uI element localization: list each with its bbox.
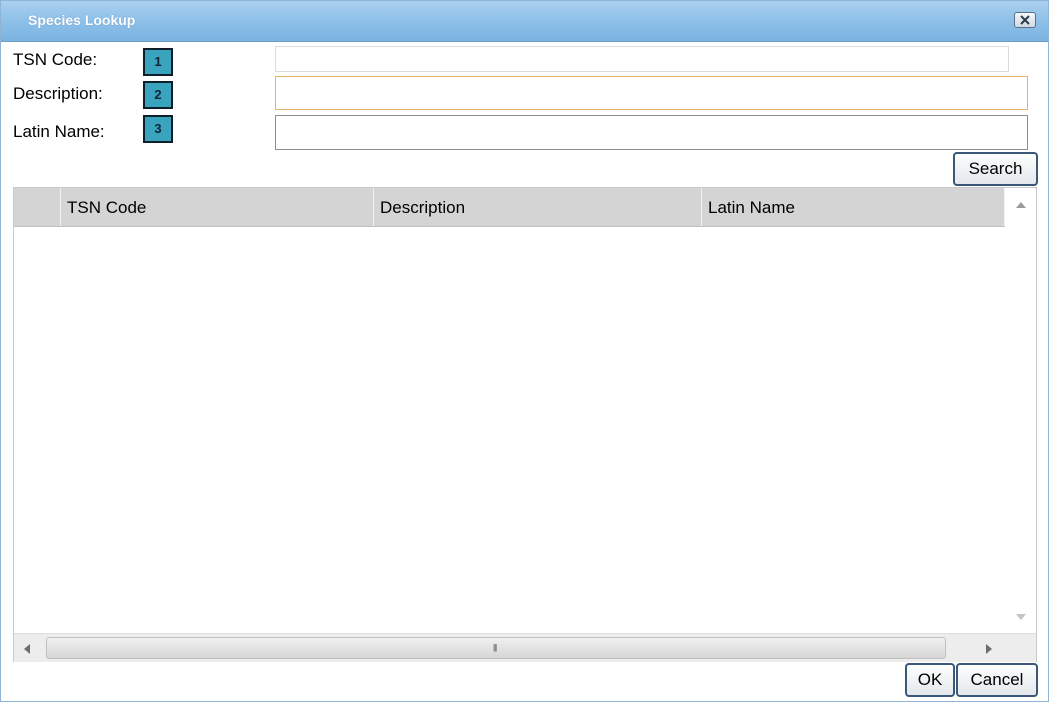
tsn-code-label: TSN Code:: [13, 50, 98, 69]
species-lookup-dialog: Species Lookup TSN Code: 1 Description: …: [0, 0, 1049, 702]
description-input[interactable]: [275, 76, 1028, 110]
tsn-code-input[interactable]: [275, 46, 1009, 72]
scroll-down-icon[interactable]: [1016, 614, 1026, 620]
dialog-title: Species Lookup: [28, 12, 136, 28]
column-header-description[interactable]: Description: [374, 188, 702, 226]
cancel-button[interactable]: Cancel: [956, 663, 1038, 697]
column-header-latin-name[interactable]: Latin Name: [702, 188, 1005, 226]
horizontal-scroll-thumb[interactable]: |||: [46, 637, 946, 659]
ok-button[interactable]: OK: [905, 663, 955, 697]
search-button[interactable]: Search: [953, 152, 1038, 186]
horizontal-scrollbar[interactable]: |||: [14, 633, 1036, 662]
results-grid: TSN Code Description Latin Name |||: [13, 187, 1037, 662]
badge-2: 2: [143, 81, 173, 109]
title-bar: Species Lookup: [1, 1, 1048, 42]
vertical-scrollbar[interactable]: [1006, 188, 1036, 633]
grip-icon: |||: [493, 643, 497, 652]
scroll-right-icon[interactable]: [986, 644, 992, 654]
badge-1: 1: [143, 48, 173, 76]
description-label: Description:: [13, 84, 103, 103]
row-selector-header[interactable]: [14, 188, 61, 226]
grid-header: TSN Code Description Latin Name: [14, 188, 1005, 227]
scroll-left-icon[interactable]: [24, 644, 30, 654]
latin-name-label: Latin Name:: [13, 122, 105, 141]
latin-name-input[interactable]: [275, 115, 1028, 150]
column-header-tsn-code[interactable]: TSN Code: [61, 188, 374, 226]
close-icon: [1020, 15, 1030, 25]
scroll-up-icon[interactable]: [1016, 202, 1026, 208]
close-button[interactable]: [1014, 12, 1036, 28]
badge-3: 3: [143, 115, 173, 143]
